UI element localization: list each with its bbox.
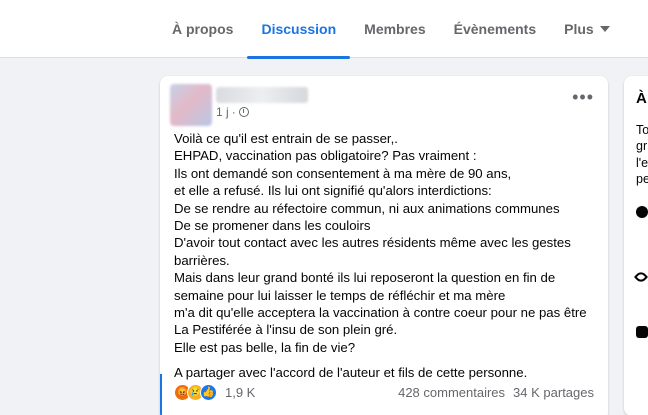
post-body: Voilà ce qu'il est entrain de se passer,… (174, 130, 599, 382)
sidebar-line: l'e (636, 155, 648, 170)
like-icon: 👍 (200, 384, 217, 401)
tab-a-propos[interactable]: À propos (158, 0, 247, 58)
post-line: Voilà ce qu'il est entrain de se passer,… (174, 131, 398, 146)
focus-indicator (160, 374, 162, 415)
post-line: barrières. (174, 252, 230, 268)
group-nav-bar: À propos Discussion Membres Évènements P… (0, 0, 648, 59)
post-time[interactable]: 1 j (216, 105, 229, 119)
sidebar-description: To gr l'e pe (636, 122, 648, 188)
tab-label: Plus (564, 21, 594, 37)
avatar[interactable] (170, 84, 212, 126)
post-line: De se promener dans les couloirs (174, 218, 371, 234)
meta-separator: · (231, 105, 236, 119)
sidebar-title: À (636, 90, 647, 107)
post-line: D'avoir tout contact avec les autres rés… (174, 235, 571, 251)
post-line: De se rendre au réfectoire commun, ni au… (174, 200, 560, 216)
group-tabs: À propos Discussion Membres Évènements P… (158, 0, 624, 59)
sidebar-line: pe (636, 172, 648, 187)
post-line: m'a dit qu'elle acceptera la vaccination… (174, 305, 587, 321)
post-line: Mais dans leur grand bonté ils lui repos… (174, 270, 556, 286)
post-line: Ils ont demandé son consentement à ma mè… (174, 165, 512, 181)
tab-membres[interactable]: Membres (350, 0, 439, 58)
sidebar-line: gr (636, 139, 648, 154)
post-card: 1 j · ••• Voilà ce qu'il est entrain de … (160, 76, 608, 415)
group-icon (636, 326, 648, 338)
more-options-icon[interactable]: ••• (572, 88, 594, 106)
tab-label: Discussion (261, 21, 337, 37)
tab-label: À propos (172, 21, 234, 37)
post-line: La Pestiférée à l'insu de son plein gré. (174, 322, 398, 338)
caret-down-icon (599, 26, 610, 32)
tab-plus[interactable]: Plus (550, 0, 624, 58)
tab-label: Membres (364, 21, 426, 37)
post-line: EHPAD, vaccination pas obligatoire? Pas … (174, 148, 477, 164)
eye-icon (633, 269, 648, 285)
post-stats: 428 commentaires 34 K partages (398, 385, 594, 400)
comments-count[interactable]: 428 commentaires (398, 385, 505, 400)
post-meta: 1 j · (216, 105, 249, 119)
globe-icon (238, 107, 249, 117)
post-footer-line: A partager avec l'accord de l'auteur et … (174, 365, 528, 381)
reaction-summary[interactable]: 😡 😢 👍 1,9 K (174, 384, 255, 401)
tab-discussion[interactable]: Discussion (247, 0, 350, 59)
post-line: et elle a refusé. Ils lui ont signifié q… (174, 183, 492, 199)
tab-evenements[interactable]: Évènements (440, 0, 550, 58)
author-name-blurred[interactable] (216, 87, 308, 103)
globe-icon (636, 206, 648, 218)
sidebar-line: To (636, 123, 648, 137)
shares-count[interactable]: 34 K partages (513, 385, 594, 400)
reaction-count: 1,9 K (225, 385, 256, 400)
about-sidebar-card: À To gr l'e pe (624, 76, 648, 415)
post-line: semaine pour lui laisser le temps de réf… (174, 287, 506, 303)
tab-label: Évènements (453, 21, 537, 37)
post-line: Elle est pas belle, la fin de vie? (174, 339, 356, 355)
